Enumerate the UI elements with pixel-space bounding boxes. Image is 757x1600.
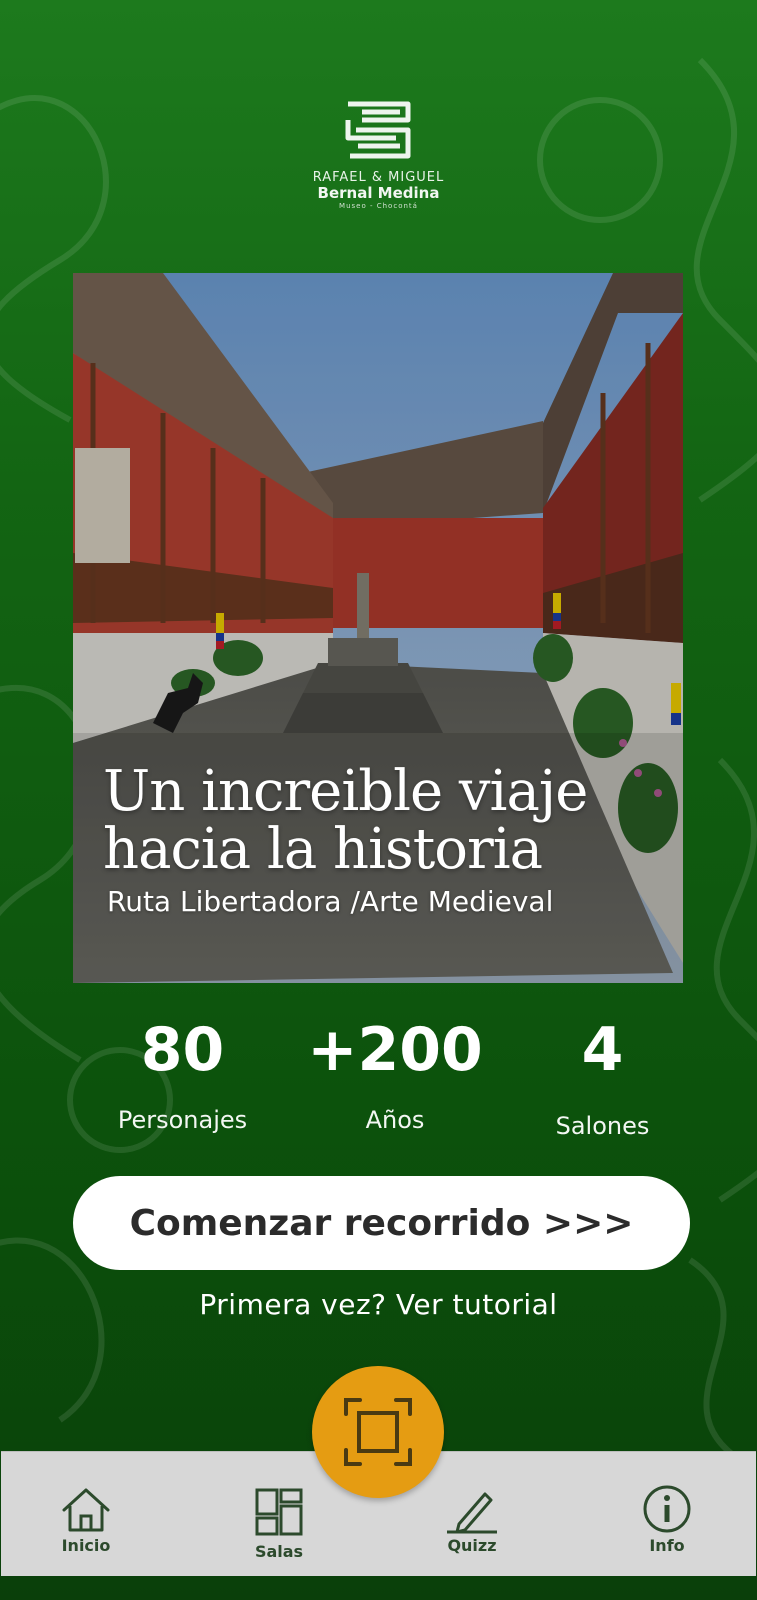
museum-logo-icon xyxy=(345,101,410,159)
scan-button[interactable] xyxy=(312,1366,444,1498)
pencil-icon xyxy=(447,1492,497,1534)
hero-banner: Un increible viaje hacia la historia Rut… xyxy=(73,273,683,983)
nav-label-inicio: Inicio xyxy=(61,1536,111,1555)
scan-frame-icon xyxy=(344,1398,412,1466)
stat-salones: 4 Salones xyxy=(520,1018,685,1140)
info-icon xyxy=(643,1485,691,1533)
nav-label-info: Info xyxy=(649,1536,685,1555)
stat-label: Salones xyxy=(555,1112,650,1140)
stat-personajes: 80 Personajes xyxy=(80,1018,285,1134)
nav-item-info[interactable]: Info xyxy=(617,1452,717,1576)
nav-item-salas[interactable]: Salas xyxy=(229,1452,329,1576)
logo-text-name: Bernal Medina xyxy=(317,184,440,202)
hero-subtitle: Ruta Libertadora /Arte Medieval xyxy=(107,885,554,918)
stat-value: 4 xyxy=(581,1015,624,1085)
hero-title-line1: Un increible viaje xyxy=(103,759,588,824)
start-tour-button[interactable]: Comenzar recorrido >>> xyxy=(73,1176,690,1270)
stat-label: Años xyxy=(365,1106,425,1134)
tutorial-link[interactable]: Primera vez? Ver tutorial xyxy=(0,1288,757,1321)
hero-title-line2: hacia la historia xyxy=(103,817,543,882)
nav-item-quizz[interactable]: Quizz xyxy=(422,1452,522,1576)
nav-item-inicio[interactable]: Inicio xyxy=(36,1452,136,1576)
hero-title: Un increible viaje hacia la historia xyxy=(103,763,663,879)
nav-label-quizz: Quizz xyxy=(447,1536,497,1555)
museum-logo: RAFAEL & MIGUEL Bernal Medina Museo - Ch… xyxy=(0,98,757,210)
stat-value: +200 xyxy=(307,1015,483,1085)
nav-label-salas: Salas xyxy=(254,1542,304,1561)
stat-value: 80 xyxy=(140,1015,225,1085)
grid-icon xyxy=(255,1488,303,1536)
logo-text-top: RAFAEL & MIGUEL xyxy=(312,170,445,185)
stat-label: Personajes xyxy=(117,1106,248,1134)
home-icon xyxy=(62,1488,110,1532)
logo-text-place: Museo - Chocontá xyxy=(339,202,418,210)
stat-anos: +200 Años xyxy=(300,1018,490,1134)
